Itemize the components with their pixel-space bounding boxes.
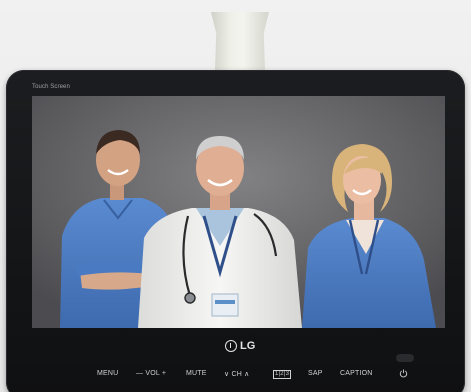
channel-control[interactable]: ∨ CH ∧ (224, 370, 249, 378)
cc-label: 1|2|3 (273, 370, 292, 379)
caption-button[interactable]: CAPTION (340, 370, 373, 377)
cc-button[interactable]: 1|2|3 (273, 370, 292, 379)
tv-monitor: Touch Screen LG MENU — VOL + MUTE ∨ CH ∧… (6, 70, 465, 392)
sensor-indicator (396, 354, 414, 362)
touch-screen-label: Touch Screen (32, 84, 70, 90)
menu-button[interactable]: MENU (97, 370, 118, 377)
wall-mount-arm (210, 12, 270, 72)
sap-button[interactable]: SAP (308, 370, 323, 377)
screen-display[interactable] (32, 96, 445, 328)
mute-button[interactable]: MUTE (186, 370, 207, 377)
control-bar: MENU — VOL + MUTE ∨ CH ∧ 1|2|3 SAP CAPTI… (6, 370, 465, 384)
power-icon[interactable] (399, 369, 408, 378)
lg-logo-icon (225, 340, 237, 352)
product-image: Touch Screen LG MENU — VOL + MUTE ∨ CH ∧… (0, 0, 471, 392)
brand-text: LG (240, 340, 256, 352)
doctors-photo (32, 96, 445, 328)
volume-control[interactable]: — VOL + (136, 370, 166, 377)
brand-logo: LG (225, 340, 255, 352)
